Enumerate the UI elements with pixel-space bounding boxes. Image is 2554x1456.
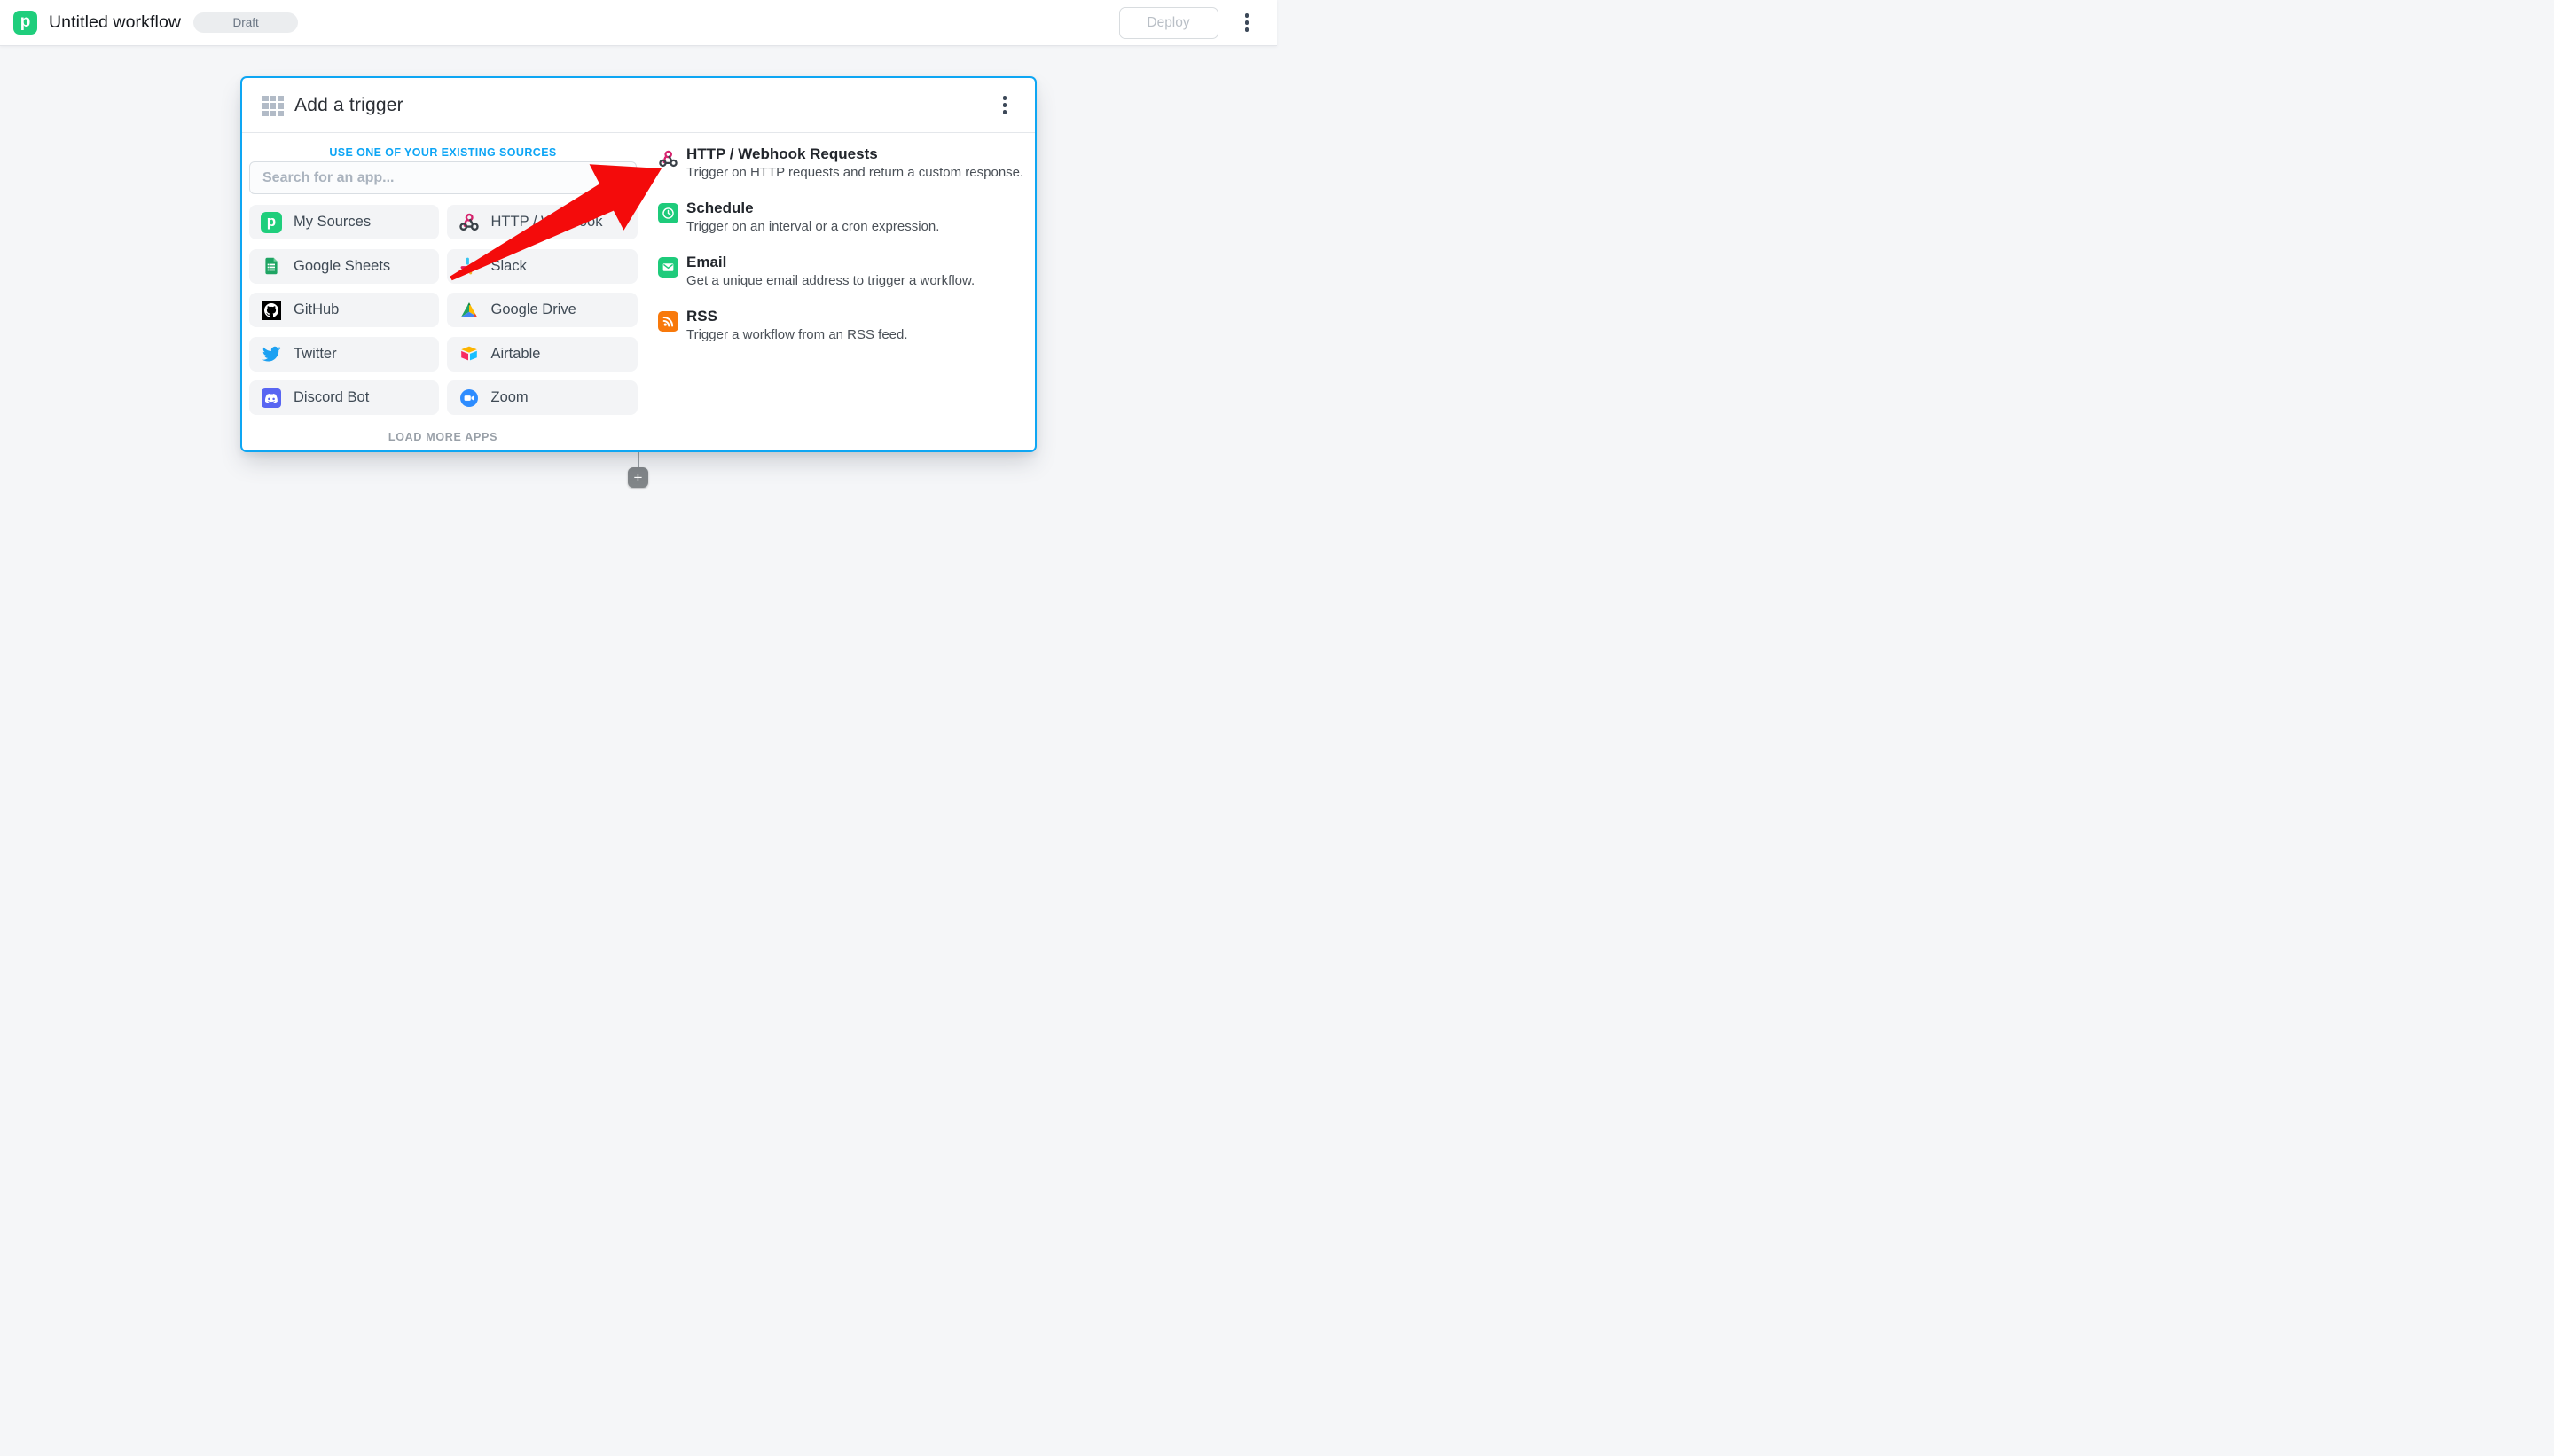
app-item-airtable[interactable]: Airtable [446,336,638,372]
app-item-zoom[interactable]: Zoom [446,380,638,415]
app-grid: p My Sources HTTP / Webhook Google Sheet… [249,205,638,415]
workflow-menu-icon[interactable] [1240,8,1255,37]
workflow-canvas: Add a trigger USE ONE OF YOUR EXISTING S… [0,46,1277,728]
app-search-input[interactable] [249,161,637,194]
zoom-icon [458,387,480,409]
app-item-label: Google Drive [490,301,576,317]
status-badge: Draft [193,12,299,33]
trigger-option-rss[interactable]: RSS Trigger a workflow from an RSS feed. [658,308,1027,343]
trigger-title: HTTP / Webhook Requests [686,145,878,162]
trigger-description: Trigger on an interval or a cron express… [686,219,940,234]
trigger-description: Get a unique email address to trigger a … [686,273,975,288]
app-item-my-sources[interactable]: p My Sources [249,205,439,239]
slack-icon [458,255,480,277]
step-connector-line [637,452,639,468]
app-item-label: My Sources [294,214,372,230]
app-item-google-drive[interactable]: Google Drive [446,293,638,327]
webhook-icon [658,149,678,169]
status-badge-label: Draft [232,16,259,29]
top-bar: p Untitled workflow Draft Deploy [0,0,1277,46]
trigger-title: Email [686,254,727,270]
load-more-apps-button[interactable]: LOAD MORE APPS [249,431,637,443]
clock-icon [658,203,678,223]
trigger-description: Trigger a workflow from an RSS feed. [686,327,908,342]
webhook-icon [458,212,480,233]
plus-icon: + [633,469,643,486]
trigger-option-http-webhook[interactable]: HTTP / Webhook Requests Trigger on HTTP … [658,145,1027,181]
app-item-label: Airtable [490,345,541,362]
app-item-twitter[interactable]: Twitter [249,336,439,372]
google-drive-icon [458,300,480,321]
add-trigger-card: Add a trigger USE ONE OF YOUR EXISTING S… [240,76,1037,452]
app-item-label: Twitter [294,345,337,362]
workflow-title[interactable]: Untitled workflow [49,12,181,33]
app-item-label: Discord Bot [294,389,370,405]
pipedream-icon: p [261,211,282,233]
app-item-label: Zoom [490,389,529,405]
card-title: Add a trigger [294,94,403,115]
trigger-description: Trigger on HTTP requests and return a cu… [686,165,1024,180]
email-icon [658,257,678,278]
app-item-discord-bot[interactable]: Discord Bot [249,380,439,415]
trigger-option-schedule[interactable]: Schedule Trigger on an interval or a cro… [658,200,1027,235]
trigger-title: Schedule [686,200,754,216]
deploy-button[interactable]: Deploy [1118,6,1218,39]
app-item-label: HTTP / Webhook [490,214,603,230]
google-sheets-icon [261,255,282,277]
logo-letter: p [20,12,31,31]
add-trigger-card-header: Add a trigger [242,78,1035,133]
app-item-github[interactable]: GitHub [249,293,439,327]
twitter-icon [261,343,282,364]
app-item-http-webhook[interactable]: HTTP / Webhook [446,205,638,239]
deploy-button-label: Deploy [1147,14,1190,30]
app-item-label: Slack [490,257,527,274]
add-trigger-card-body: USE ONE OF YOUR EXISTING SOURCES p My So… [242,133,1035,451]
trigger-title: RSS [686,308,717,325]
trigger-option-email[interactable]: Email Get a unique email address to trig… [658,254,1027,289]
app-item-label: GitHub [294,301,340,317]
card-menu-icon[interactable] [998,90,1013,120]
github-icon [261,300,282,321]
drag-handle-icon[interactable] [262,95,284,117]
app-item-slack[interactable]: Slack [446,248,638,284]
add-step-button[interactable]: + [628,467,648,488]
trigger-options-list: HTTP / Webhook Requests Trigger on HTTP … [658,145,1027,362]
pipedream-logo-icon[interactable]: p [13,11,37,35]
app-item-label: Google Sheets [294,257,391,274]
app-item-google-sheets[interactable]: Google Sheets [249,248,439,284]
existing-sources-heading: USE ONE OF YOUR EXISTING SOURCES [329,146,557,159]
airtable-icon [458,343,480,364]
discord-icon [261,387,282,409]
rss-icon [658,311,678,332]
